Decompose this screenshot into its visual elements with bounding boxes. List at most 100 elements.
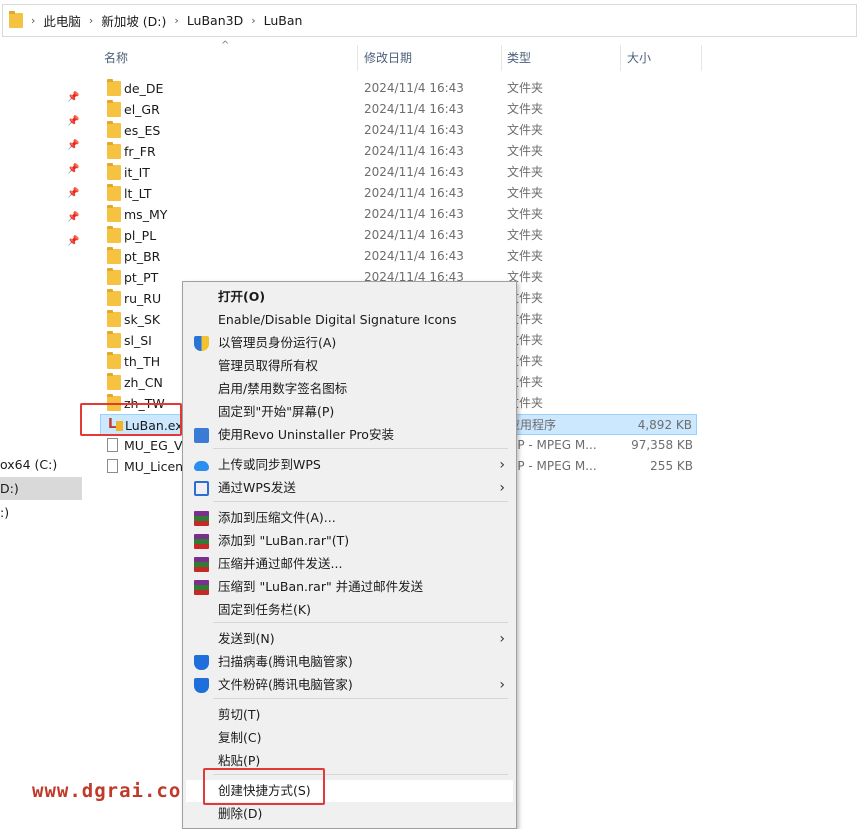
menu-item-label: 上传或同步到WPS xyxy=(218,457,321,472)
file-name: lt_LT xyxy=(124,186,152,201)
column-header-size[interactable]: 大小 xyxy=(627,45,699,71)
menu-item[interactable]: 扫描病毒(腾讯电脑管家) xyxy=(186,651,513,673)
menu-item-label: 压缩到 "LuBan.rar" 并通过邮件发送 xyxy=(218,579,424,594)
file-date: 2024/11/4 16:43 xyxy=(364,249,464,263)
column-divider[interactable] xyxy=(501,45,502,71)
folder-icon xyxy=(107,100,121,117)
pin-icon[interactable]: 📌 xyxy=(67,164,79,176)
file-row[interactable]: es_ES 2024/11/4 16:43 文件夹 xyxy=(100,120,697,141)
menu-item[interactable]: 剪切(T) xyxy=(186,704,513,726)
menu-item[interactable]: 上传或同步到WPS › xyxy=(186,454,513,476)
file-row[interactable]: fr_FR 2024/11/4 16:43 文件夹 xyxy=(100,141,697,162)
share-icon xyxy=(194,481,209,496)
pin-icon[interactable]: 📌 xyxy=(67,116,79,128)
file-row[interactable]: el_GR 2024/11/4 16:43 文件夹 xyxy=(100,99,697,120)
column-header-name[interactable]: 名称 xyxy=(104,45,354,71)
menu-item[interactable]: 文件粉碎(腾讯电脑管家) › xyxy=(186,674,513,696)
file-row[interactable]: pt_BR 2024/11/4 16:43 文件夹 xyxy=(100,246,697,267)
column-header-date[interactable]: 修改日期 xyxy=(364,45,499,71)
watermark-text: www.dgrai.com xyxy=(32,780,194,802)
column-divider[interactable] xyxy=(620,45,621,71)
menu-item[interactable]: 启用/禁用数字签名图标 xyxy=(186,378,513,400)
menu-item-label: 删除(D) xyxy=(218,806,263,821)
folder-icon xyxy=(107,331,121,348)
file-type: 文件夹 xyxy=(507,228,544,242)
file-row[interactable]: pl_PL 2024/11/4 16:43 文件夹 xyxy=(100,225,697,246)
menu-item-label: 剪切(T) xyxy=(218,707,261,722)
file-row[interactable]: de_DE 2024/11/4 16:43 文件夹 xyxy=(100,78,697,99)
chevron-right-icon: › xyxy=(499,677,505,693)
column-divider[interactable] xyxy=(701,45,702,71)
file-name: MU_Licens xyxy=(124,459,190,474)
file-row[interactable]: lt_LT 2024/11/4 16:43 文件夹 xyxy=(100,183,697,204)
file-type: 文件夹 xyxy=(507,186,544,200)
menu-separator xyxy=(213,698,508,699)
menu-item[interactable]: 删除(D) xyxy=(186,803,513,825)
tencent-icon xyxy=(194,655,209,670)
folder-icon xyxy=(107,268,121,285)
pin-icon[interactable]: 📌 xyxy=(67,236,79,248)
menu-item-label: 文件粉碎(腾讯电脑管家) xyxy=(218,677,353,692)
menu-separator xyxy=(213,622,508,623)
pin-icon[interactable]: 📌 xyxy=(67,188,79,200)
folder-icon xyxy=(107,289,121,306)
file-name: sl_SI xyxy=(124,333,152,348)
file-row[interactable]: ms_MY 2024/11/4 16:43 文件夹 xyxy=(100,204,697,225)
menu-item[interactable]: 固定到"开始"屏幕(P) xyxy=(186,401,513,423)
menu-item[interactable]: 压缩并通过邮件发送... xyxy=(186,553,513,575)
file-name: el_GR xyxy=(124,102,160,117)
breadcrumb-luban[interactable]: LuBan xyxy=(264,13,303,28)
menu-item[interactable]: 复制(C) xyxy=(186,727,513,749)
menu-item[interactable]: 添加到 "LuBan.rar"(T) xyxy=(186,530,513,552)
revo-icon xyxy=(194,428,209,443)
menu-item[interactable]: 打开(O) xyxy=(186,286,513,308)
file-size: 97,358 KB xyxy=(631,438,693,452)
file-name: pt_PT xyxy=(124,270,159,285)
menu-item[interactable]: 添加到压缩文件(A)... xyxy=(186,507,513,529)
folder-icon xyxy=(107,79,121,96)
address-bar[interactable]: › 此电脑 › 新加坡 (D:) › LuBan3D › LuBan xyxy=(2,4,857,37)
menu-item-label: 管理员取得所有权 xyxy=(218,358,319,373)
file-icon xyxy=(107,459,118,473)
chevron-right-icon: › xyxy=(499,457,505,473)
chevron-right-icon: › xyxy=(31,14,36,27)
menu-item-label: Enable/Disable Digital Signature Icons xyxy=(218,312,457,327)
column-header-type[interactable]: 类型 xyxy=(507,45,617,71)
context-menu: 打开(O) Enable/Disable Digital Signature Ic… xyxy=(182,281,517,829)
folder-icon xyxy=(107,163,121,180)
menu-item[interactable]: 通过WPS发送 › xyxy=(186,477,513,499)
file-name: es_ES xyxy=(124,123,161,138)
file-type: 文件夹 xyxy=(507,165,544,179)
pin-icon[interactable]: 📌 xyxy=(67,212,79,224)
menu-item[interactable]: 以管理员身份运行(A) xyxy=(186,332,513,354)
file-row[interactable]: it_IT 2024/11/4 16:43 文件夹 xyxy=(100,162,697,183)
nav-item-drive-e[interactable]: :) xyxy=(0,501,9,524)
menu-item[interactable]: 压缩到 "LuBan.rar" 并通过邮件发送 xyxy=(186,576,513,598)
folder-icon xyxy=(107,373,121,390)
folder-icon xyxy=(107,226,121,243)
menu-item[interactable]: Enable/Disable Digital Signature Icons xyxy=(186,309,513,331)
menu-item[interactable]: 使用Revo Uninstaller Pro安装 xyxy=(186,424,513,446)
pin-icon[interactable]: 📌 xyxy=(67,92,79,104)
menu-item[interactable]: 管理员取得所有权 xyxy=(186,355,513,377)
nav-item-drive-c[interactable]: ox64 (C:) xyxy=(0,453,57,476)
menu-item-label: 扫描病毒(腾讯电脑管家) xyxy=(218,654,353,669)
column-divider[interactable] xyxy=(357,45,358,71)
pin-icon[interactable]: 📌 xyxy=(67,140,79,152)
breadcrumb-this-pc[interactable]: 此电脑 xyxy=(43,11,81,30)
breadcrumb-luban3d[interactable]: LuBan3D xyxy=(187,13,243,28)
file-type: 文件夹 xyxy=(507,207,544,221)
file-name: sk_SK xyxy=(124,312,161,327)
tencent-icon xyxy=(194,678,209,693)
file-date: 2024/11/4 16:43 xyxy=(364,81,464,95)
file-date: 2024/11/4 16:43 xyxy=(364,228,464,242)
winrar-icon xyxy=(194,580,209,595)
nav-item-drive-d[interactable]: D:) xyxy=(0,477,19,500)
breadcrumb-drive-d[interactable]: 新加坡 (D:) xyxy=(101,11,166,30)
menu-item-label: 固定到"开始"屏幕(P) xyxy=(218,404,335,419)
menu-item[interactable]: 发送到(N) › xyxy=(186,628,513,650)
chevron-right-icon: › xyxy=(174,14,179,27)
file-type: MP - MPEG M... xyxy=(507,438,597,452)
menu-item[interactable]: 固定到任务栏(K) xyxy=(186,599,513,621)
file-size: 4,892 KB xyxy=(637,418,692,432)
